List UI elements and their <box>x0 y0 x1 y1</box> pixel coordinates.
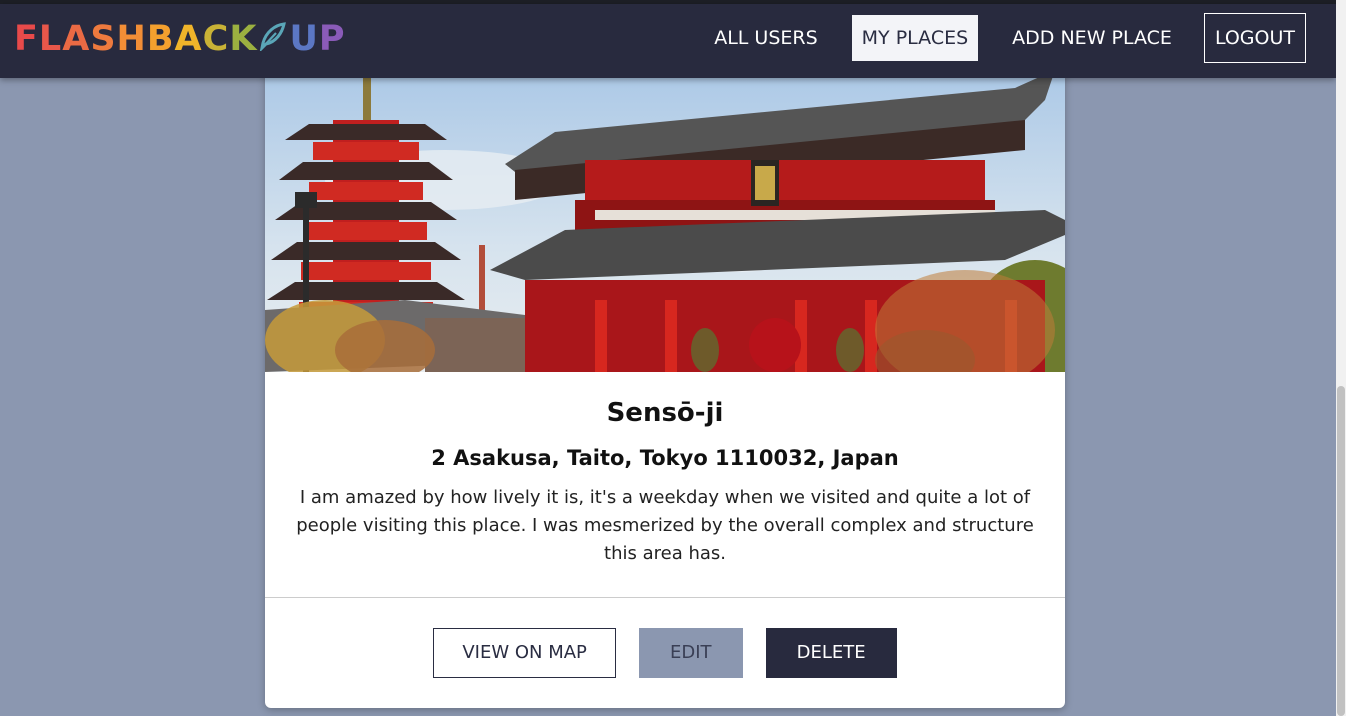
logo-letter: K <box>229 19 258 59</box>
app-logo[interactable]: FLASHBACK UP <box>14 19 346 60</box>
page-scrollbar[interactable] <box>1336 0 1346 716</box>
feather-icon <box>258 20 288 60</box>
logo-letter: S <box>90 19 117 59</box>
main-nav: ALL USERS MY PLACES ADD NEW PLACE LOGOUT <box>680 13 1306 63</box>
place-title: Sensō-ji <box>606 398 724 428</box>
card-divider <box>265 597 1065 598</box>
place-card: Sensō-ji 2 Asakusa, Taito, Tokyo 1110032… <box>265 60 1065 708</box>
edit-button[interactable]: EDIT <box>639 628 743 678</box>
nav-add-new-place[interactable]: ADD NEW PLACE <box>1002 15 1182 61</box>
logout-button[interactable]: LOGOUT <box>1203 13 1306 63</box>
logo-letter: U <box>289 19 319 59</box>
logo-letter: C <box>202 19 230 59</box>
nav-all-users[interactable]: ALL USERS <box>704 15 827 61</box>
place-image <box>265 60 1065 372</box>
logo-letter: H <box>116 19 147 59</box>
main-header: FLASHBACK UP ALL USERS MY PLACES ADD NEW … <box>0 4 1336 78</box>
logo-letter: A <box>62 19 91 59</box>
nav-my-places[interactable]: MY PLACES <box>851 15 979 61</box>
logo-letter: F <box>14 19 39 59</box>
delete-button[interactable]: DELETE <box>765 628 897 678</box>
scrollbar-thumb[interactable] <box>1337 386 1345 716</box>
logo-letter: L <box>38 19 63 59</box>
logo-letter: B <box>146 19 175 59</box>
logo-letter: P <box>318 19 346 59</box>
place-description: I am amazed by how lively it is, it's a … <box>296 487 1034 564</box>
place-address: 2 Asakusa, Taito, Tokyo 1110032, Japan <box>431 446 899 470</box>
place-info: Sensō-ji 2 Asakusa, Taito, Tokyo 1110032… <box>265 372 1065 598</box>
logo-letter: A <box>174 19 203 59</box>
place-actions: VIEW ON MAP EDIT DELETE <box>265 628 1065 678</box>
view-on-map-button[interactable]: VIEW ON MAP <box>433 628 616 678</box>
